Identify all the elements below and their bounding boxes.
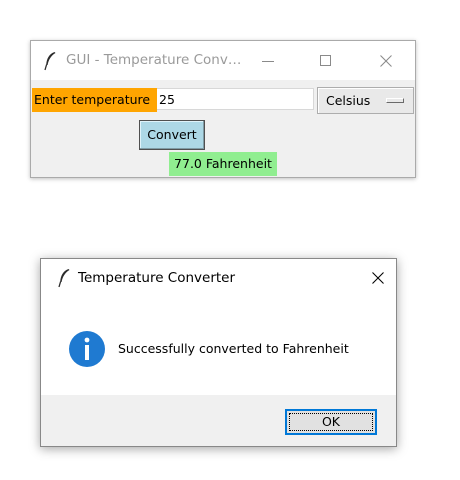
maximize-button[interactable] — [297, 41, 355, 80]
info-dialog: Temperature Converter Successfully conve… — [40, 258, 397, 447]
close-icon — [372, 272, 384, 284]
close-icon — [380, 54, 392, 67]
dialog-message: Successfully converted to Fahrenheit — [118, 341, 349, 356]
feather-icon — [58, 269, 70, 288]
maximize-icon — [320, 54, 331, 66]
dialog-close-button[interactable] — [359, 259, 397, 297]
main-window: GUI - Temperature Conv… Enter temperatur… — [30, 40, 416, 178]
feather-icon — [44, 52, 56, 71]
convert-button[interactable]: Convert — [139, 120, 205, 150]
unit-select[interactable]: Celsius — [317, 87, 414, 114]
temperature-input[interactable] — [157, 88, 314, 110]
info-icon — [69, 331, 105, 367]
focus-ring — [289, 413, 373, 431]
result-label: 77.0 Fahrenheit — [169, 152, 277, 176]
minimize-button[interactable] — [239, 41, 297, 80]
minimize-icon — [262, 60, 274, 62]
option-menu-indicator-icon — [386, 98, 404, 103]
unit-select-value: Celsius — [326, 93, 371, 108]
main-window-title: GUI - Temperature Conv… — [66, 52, 242, 68]
close-button[interactable] — [357, 41, 415, 80]
ok-button[interactable]: OK — [285, 409, 377, 435]
main-titlebar[interactable]: GUI - Temperature Conv… — [31, 41, 415, 80]
dialog-footer: OK — [41, 395, 396, 446]
temperature-label: Enter temperature — [32, 88, 157, 112]
dialog-title: Temperature Converter — [78, 270, 236, 286]
